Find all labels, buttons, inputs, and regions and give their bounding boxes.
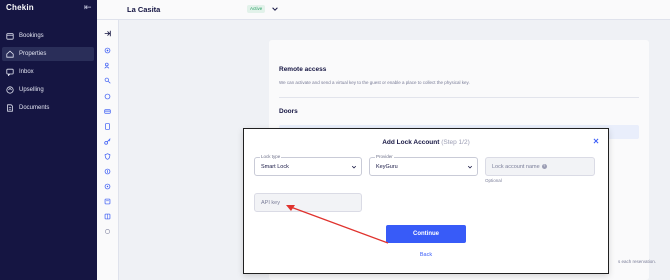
- card-icon[interactable]: [104, 108, 111, 115]
- sidebar: Chekin ⇤ Bookings Properties Inbox Upsel…: [0, 0, 97, 280]
- api-key-placeholder: API key: [261, 200, 280, 206]
- chevron-down-icon: [467, 165, 473, 169]
- remote-access-description: We can activate and send a virtual key t…: [279, 80, 470, 85]
- integrations-icon[interactable]: [104, 228, 111, 235]
- close-icon[interactable]: [593, 137, 599, 144]
- back-link[interactable]: Back: [416, 252, 436, 260]
- police-icon[interactable]: [104, 77, 111, 84]
- lock-type-select[interactable]: Lock type Smart Lock: [254, 154, 362, 176]
- sidebar-item-label: Properties: [19, 51, 47, 57]
- chevron-down-icon[interactable]: [271, 5, 279, 13]
- app-logo[interactable]: Chekin: [6, 3, 34, 12]
- key-icon[interactable]: [104, 138, 111, 145]
- property-subnav: [97, 20, 119, 280]
- status-badge: Active: [247, 5, 266, 13]
- lock-type-value: Smart Lock: [261, 164, 289, 170]
- calendar-icon: [6, 32, 14, 40]
- document-icon: [6, 104, 14, 112]
- tax-icon[interactable]: [104, 123, 111, 130]
- sidebar-item-upselling[interactable]: Upselling: [2, 83, 94, 97]
- chevron-down-icon: [351, 165, 357, 169]
- sidebar-item-label: Documents: [19, 105, 50, 111]
- remote-access-title: Remote access: [279, 66, 327, 73]
- guidebook-icon[interactable]: [104, 213, 111, 220]
- upsell-icon[interactable]: [104, 183, 111, 190]
- contract-icon[interactable]: [104, 198, 111, 205]
- sidebar-item-bookings[interactable]: Bookings: [2, 29, 94, 43]
- background-partial-text: s each reservation.: [618, 259, 657, 264]
- help-icon[interactable]: ?: [541, 164, 547, 170]
- doors-title: Doors: [279, 108, 298, 115]
- topbar: La Casita Active: [97, 0, 670, 20]
- chat-icon: [6, 68, 14, 76]
- property-name[interactable]: La Casita: [127, 5, 160, 14]
- lock-account-name-input[interactable]: Lock account name?: [485, 157, 595, 176]
- sidebar-item-label: Upselling: [19, 87, 44, 93]
- provider-value: KeyGuru: [376, 164, 398, 170]
- annotation-arrow-icon: [286, 205, 389, 244]
- lock-type-label: Lock type: [260, 154, 282, 159]
- sidebar-item-label: Inbox: [19, 69, 34, 75]
- payments-icon[interactable]: [104, 93, 111, 100]
- expand-icon[interactable]: [104, 30, 111, 37]
- deposit-icon[interactable]: [104, 168, 111, 175]
- settings-icon[interactable]: [104, 47, 111, 54]
- section-divider: [279, 97, 639, 98]
- sidebar-item-properties[interactable]: Properties: [2, 47, 94, 61]
- sidebar-item-documents[interactable]: Documents: [2, 101, 94, 115]
- optional-hint: Optional: [485, 178, 502, 183]
- modal-title: Add Lock Account (Step 1/2): [244, 139, 608, 146]
- home-icon: [6, 50, 14, 58]
- continue-button[interactable]: Continue: [386, 225, 466, 243]
- modal-title-text: Add Lock Account: [382, 139, 440, 146]
- provider-select[interactable]: Provider KeyGuru: [369, 154, 478, 176]
- provider-label: Provider: [375, 154, 394, 159]
- sidebar-item-inbox[interactable]: Inbox: [2, 65, 94, 79]
- lock-account-name-placeholder: Lock account name?: [492, 164, 547, 170]
- guests-icon[interactable]: [104, 62, 111, 69]
- shield-icon[interactable]: [104, 153, 111, 160]
- modal-step-indicator: (Step 1/2): [441, 139, 470, 146]
- sidebar-item-label: Bookings: [19, 33, 44, 39]
- collapse-sidebar-icon[interactable]: ⇤: [84, 2, 92, 13]
- upselling-icon: [6, 86, 14, 94]
